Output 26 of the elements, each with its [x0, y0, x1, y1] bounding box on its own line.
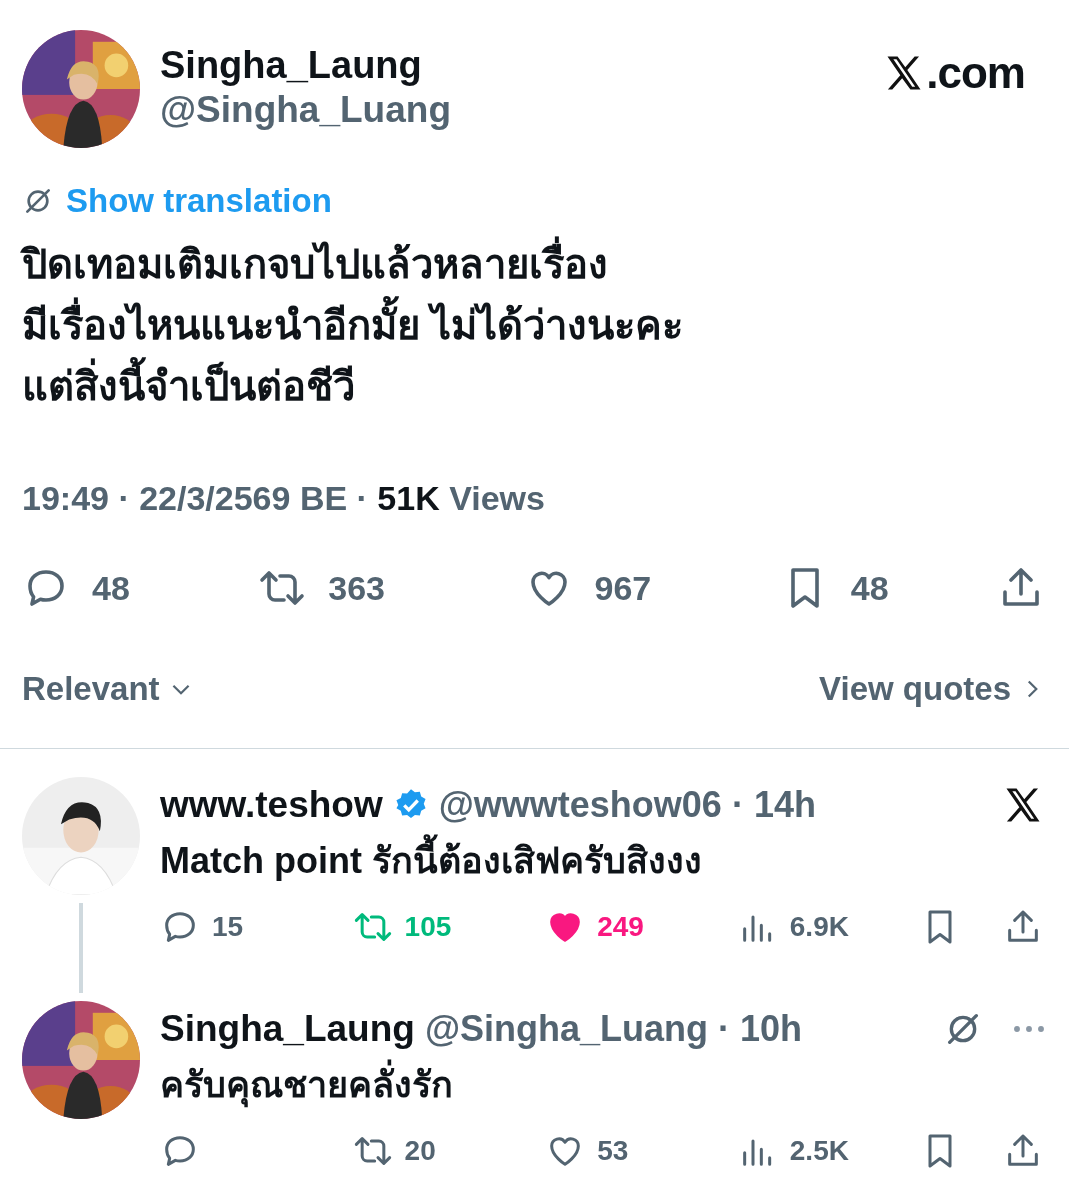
like-button[interactable]: 967 — [524, 564, 715, 612]
reply-author-name[interactable]: Singha_Laung — [160, 1008, 415, 1050]
post-meta: 19:49 · 22/3/2569 BE · 51K Views — [22, 479, 546, 518]
reply-button[interactable]: 15 — [160, 907, 310, 947]
more-icon[interactable] — [1013, 1024, 1045, 1034]
author-handle[interactable]: @Singha_Luang — [160, 88, 451, 132]
brand-domain: .com — [926, 48, 1025, 98]
like-button[interactable]: 249 — [545, 907, 696, 947]
repost-button[interactable]: 20 — [352, 1131, 503, 1171]
reply-text: ครับคุณชายคลั่งรัก — [160, 1057, 1045, 1113]
repost-button[interactable]: 363 — [258, 564, 459, 612]
view-quotes-link[interactable]: View quotes — [819, 670, 1045, 708]
like-button[interactable]: 53 — [545, 1131, 696, 1171]
reply-button[interactable]: 48 — [22, 564, 192, 612]
reply-author-name[interactable]: www.teshow — [160, 784, 383, 826]
sort-dropdown[interactable]: Relevant — [22, 670, 194, 708]
post-text-line: มีเรื่องไหนแนะนำอีกมั้ย ไม่ได้ว่างนะคะ — [22, 295, 1045, 356]
views-button[interactable]: 2.5K — [737, 1131, 878, 1171]
post-text-line: แต่สิ่งนี้จำเป็นต่อชีวี — [22, 356, 1045, 417]
reply-meta: @Singha_Luang · 10h — [424, 1008, 803, 1050]
post-text-line: ปิดเทอมเติมเกจบไปแล้วหลายเรื่อง — [22, 234, 1045, 295]
views-button[interactable]: 6.9K — [737, 907, 878, 947]
reply-text: Match point รักนี้ต้องเสิฟครับสิงงง — [160, 833, 1045, 889]
reply-meta: @wwwteshow06 · 14h — [438, 784, 816, 826]
author-name[interactable]: Singha_Laung — [160, 42, 451, 88]
bookmark-button[interactable]: 48 — [780, 564, 931, 612]
